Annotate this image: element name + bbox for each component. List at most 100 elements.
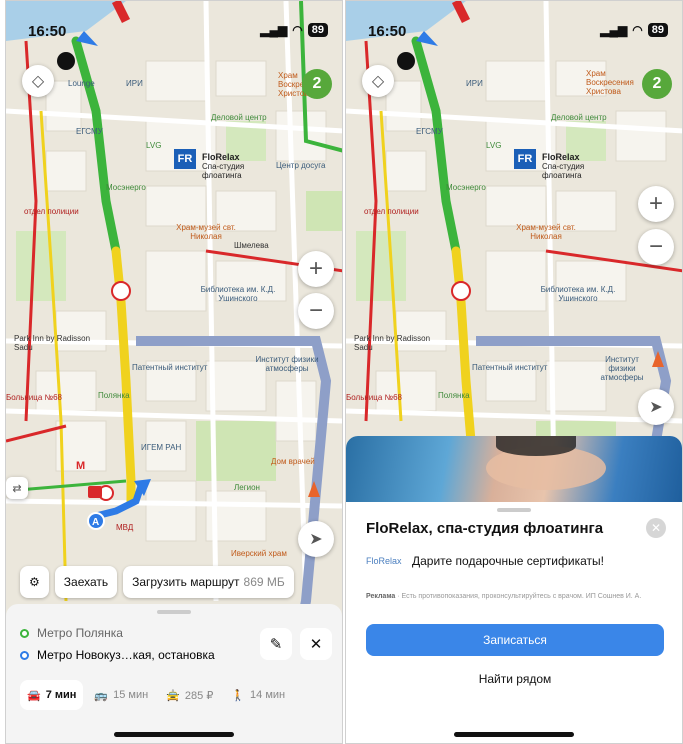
map-label-patents-2[interactable]: Патентный институт (472, 363, 547, 372)
map-label-mosenergo[interactable]: Мосэнерго (106, 183, 146, 192)
walk-icon: 🚶 (231, 689, 246, 702)
floatation-pin-label-2: FloRelax Спа-студия флоатинга (542, 152, 585, 181)
map-label-business-center[interactable]: Деловой центр (211, 113, 267, 122)
map-label-iri[interactable]: ИРИ (126, 79, 143, 88)
map-label-temple-mid-2[interactable]: Храм-музей свт. Николая (511, 223, 581, 241)
route-destination[interactable]: Метро Новокуз…кая, остановка (20, 648, 215, 662)
route-panel: Метро Полянка Метро Новокуз…кая, останов… (6, 604, 342, 743)
mode-car[interactable]: 🚘 7 мин (20, 680, 84, 710)
close-route-button[interactable]: ✕ (300, 628, 332, 660)
navigation-arrow-icon: ➤ (649, 399, 663, 416)
ad-title: FloRelax, спа-студия флоатинга (366, 520, 604, 537)
map-label-hospital[interactable]: Больница №68 (6, 393, 62, 402)
book-button[interactable]: Записаться (366, 624, 664, 656)
map-label-physics-2[interactable]: Институт физики атмосферы (592, 355, 652, 382)
locate-me-button-2[interactable]: ➤ (638, 389, 674, 425)
route-settings-button[interactable]: ⚙ (20, 566, 49, 598)
route-origin[interactable]: Метро Полянка (20, 626, 123, 640)
map-label-leisure-center[interactable]: Центр досуга (276, 161, 325, 170)
map-label-patents[interactable]: Патентный институт (132, 363, 207, 372)
home-indicator (114, 732, 234, 737)
map-label-business-center-2[interactable]: Деловой центр (551, 113, 607, 122)
origin-dot-icon (20, 628, 29, 638)
map-label-iri-2[interactable]: ИРИ (466, 79, 483, 88)
map-label-library-2[interactable]: Библиотека им. К.Д. Ушинского (538, 285, 618, 303)
bus-icon: 🚌 (94, 689, 109, 702)
layers-button[interactable]: ◇ (22, 65, 54, 97)
map-label-park-inn-2[interactable]: Park Inn by Radisson Sadu (354, 334, 434, 352)
taxi-icon: 🚖 (166, 689, 180, 702)
map-label-lyceum-2[interactable]: Полянка (438, 391, 470, 400)
map-label-lvg-2[interactable]: LVG (486, 141, 501, 150)
map-label-dom-vrachey[interactable]: Дом врачей (271, 457, 315, 466)
svg-text:A: A (92, 517, 99, 528)
map-label-physics[interactable]: Институт физики атмосферы (252, 355, 322, 373)
zoom-out-button[interactable]: − (298, 293, 334, 329)
car-front-icon: ⇄ (12, 482, 22, 495)
svg-text:М: М (76, 460, 85, 472)
battery-indicator-2: 89 (647, 23, 668, 37)
mode-walk[interactable]: 🚶 14 мин (224, 680, 292, 710)
find-nearby-button[interactable]: Найти рядом (366, 664, 664, 694)
route-count-badge-2[interactable]: 2 (642, 69, 672, 99)
minus-icon: − (648, 233, 663, 260)
map-label-igem[interactable]: ИГЕМ РАН (141, 443, 181, 452)
plus-icon: + (308, 255, 323, 282)
ad-offer-text: Дарите подарочные сертификаты! (412, 554, 604, 568)
status-time-2: 16:50 (368, 23, 407, 40)
sheet-grabber[interactable] (157, 610, 191, 614)
map-label-hospital-2[interactable]: Больница №68 (346, 393, 402, 402)
map-label-egsmu-2[interactable]: ЕГСМУ (416, 127, 443, 136)
map-label-lyceum[interactable]: Полянка (98, 391, 130, 400)
status-bar: 16:50 ▂▄▆ ◠ 89 (6, 23, 342, 43)
map-label-iversky[interactable]: Иверский храм (231, 549, 287, 558)
zoom-out-button-2[interactable]: − (638, 229, 674, 265)
screen-route-view: A М Lounge ИРИ ЕГСМУ LVG Деловой центр Х… (5, 0, 343, 744)
pencil-icon: ✎ (269, 636, 283, 653)
map-label-mvd[interactable]: МВД (116, 523, 133, 532)
screen-ad-view: ИРИ ЕГСМУ LVG Деловой центр Храм Воскрес… (345, 0, 683, 744)
floatation-pin-label: FloRelax Спа-студия флоатинга (202, 152, 245, 181)
sheet-grabber-2[interactable] (497, 508, 531, 512)
edit-route-button[interactable]: ✎ (260, 628, 292, 660)
map-label-park-inn[interactable]: Park Inn by Radisson Sadu (14, 334, 94, 352)
home-indicator-2 (454, 732, 574, 737)
ad-disclaimer: Реклама · Есть противопоказания, проконс… (366, 593, 642, 600)
map-label-temple-mid[interactable]: Храм-музей свт. Николая (171, 223, 241, 241)
mode-transit[interactable]: 🚌 15 мин (87, 680, 155, 710)
ad-photo[interactable] (346, 436, 682, 502)
layers-icon: ◇ (371, 73, 385, 90)
map-label-library[interactable]: Библиотека им. К.Д. Ушинского (198, 285, 278, 303)
locate-me-button[interactable]: ➤ (298, 521, 334, 557)
minus-icon: − (308, 297, 323, 324)
map-label-legion[interactable]: Легион (234, 483, 260, 492)
mode-taxi[interactable]: 🚖 285 ₽ (159, 680, 220, 710)
zoom-in-button[interactable]: + (298, 251, 334, 287)
signal-icon: ▂▄▆ (260, 23, 288, 37)
plus-icon: + (648, 190, 663, 217)
download-route-button[interactable]: Загрузить маршрут 869 МБ (123, 566, 294, 598)
navigation-arrow-icon: ➤ (309, 531, 323, 548)
battery-indicator: 89 (307, 23, 328, 37)
wifi-icon: ◠ (632, 23, 643, 37)
ad-close-button[interactable]: ✕ (646, 518, 666, 538)
map-label-police[interactable]: отдел полиции (24, 207, 79, 216)
floatation-pin[interactable]: FR (174, 149, 196, 169)
sliders-icon: ⚙ (29, 575, 40, 589)
map-label-egsmu[interactable]: ЕГСМУ (76, 127, 103, 136)
route-count-badge[interactable]: 2 (302, 69, 332, 99)
transport-modes: 🚘 7 мин 🚌 15 мин 🚖 285 ₽ 🚶 14 мин (20, 680, 292, 710)
destination-dot-icon (20, 650, 29, 660)
map-label-temple-top-2[interactable]: Храм Воскресения Христова (586, 69, 636, 96)
signal-icon: ▂▄▆ (600, 23, 628, 37)
map-label-police-2[interactable]: отдел полиции (364, 207, 419, 216)
close-icon: ✕ (650, 521, 662, 535)
side-panel-toggle[interactable]: ⇄ (6, 477, 28, 499)
map-label-lvg[interactable]: LVG (146, 141, 161, 150)
stop-by-button[interactable]: Заехать (54, 566, 118, 598)
status-time: 16:50 (28, 23, 67, 40)
zoom-in-button-2[interactable]: + (638, 186, 674, 222)
floatation-pin-2[interactable]: FR (514, 149, 536, 169)
layers-button-2[interactable]: ◇ (362, 65, 394, 97)
map-label-mosenergo-2[interactable]: Мосэнерго (446, 183, 486, 192)
